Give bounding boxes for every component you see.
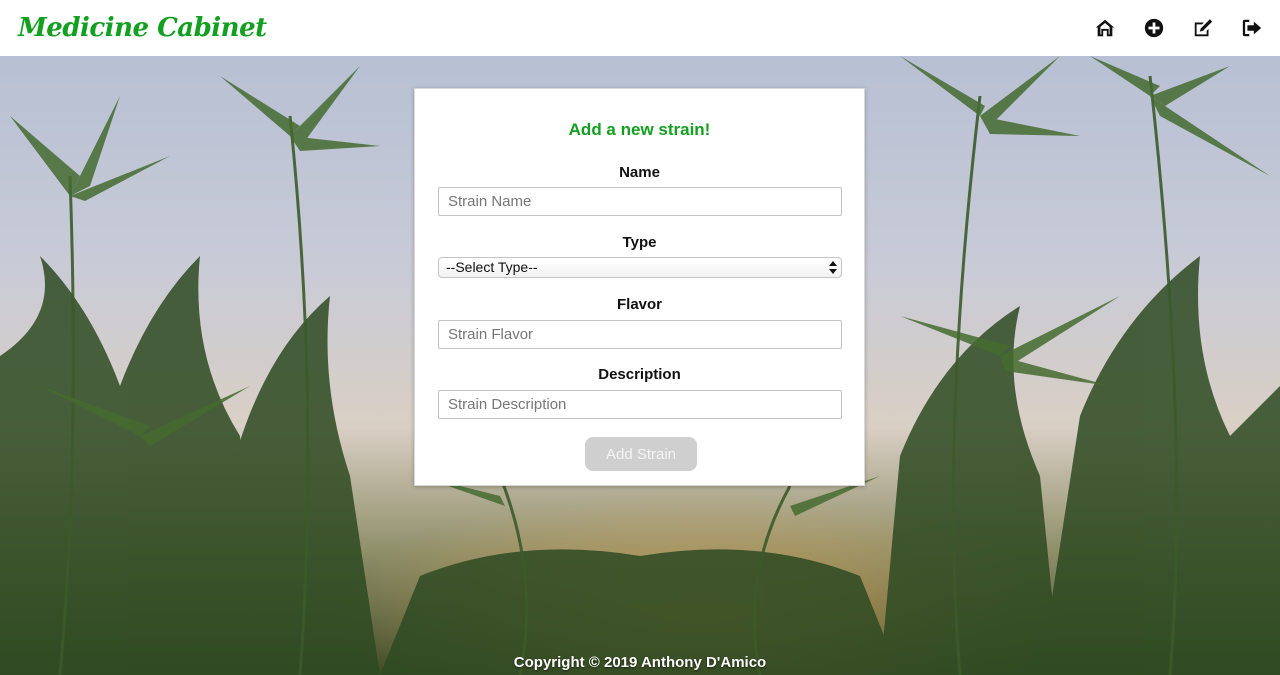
add-strain-form: Add a new strain! Name Type --Select Typ…	[414, 88, 865, 486]
strain-description-input[interactable]	[438, 390, 842, 419]
strain-name-input[interactable]	[438, 187, 842, 216]
edit-icon[interactable]	[1191, 16, 1215, 40]
description-label: Description	[598, 366, 681, 383]
flavor-label: Flavor	[616, 296, 662, 313]
strain-type-select[interactable]: --Select Type--	[438, 257, 842, 278]
home-icon[interactable]	[1093, 16, 1117, 40]
select-arrows-icon	[829, 261, 837, 274]
form-title: Add a new strain!	[568, 120, 711, 139]
name-label: Name	[619, 164, 660, 181]
nav-icon-bar	[1093, 16, 1264, 40]
plus-circle-icon[interactable]	[1142, 16, 1166, 40]
brand-logo[interactable]: Medicine Cabinet	[18, 13, 267, 43]
add-strain-button[interactable]: Add Strain	[585, 437, 697, 471]
sign-out-icon[interactable]	[1240, 16, 1264, 40]
top-navbar: Medicine Cabinet	[0, 0, 1280, 56]
strain-flavor-input[interactable]	[438, 320, 842, 349]
type-label: Type	[622, 234, 657, 251]
footer-copyright: Copyright © 2019 Anthony D'Amico	[513, 654, 767, 671]
strain-type-selected-value: --Select Type--	[446, 259, 538, 275]
